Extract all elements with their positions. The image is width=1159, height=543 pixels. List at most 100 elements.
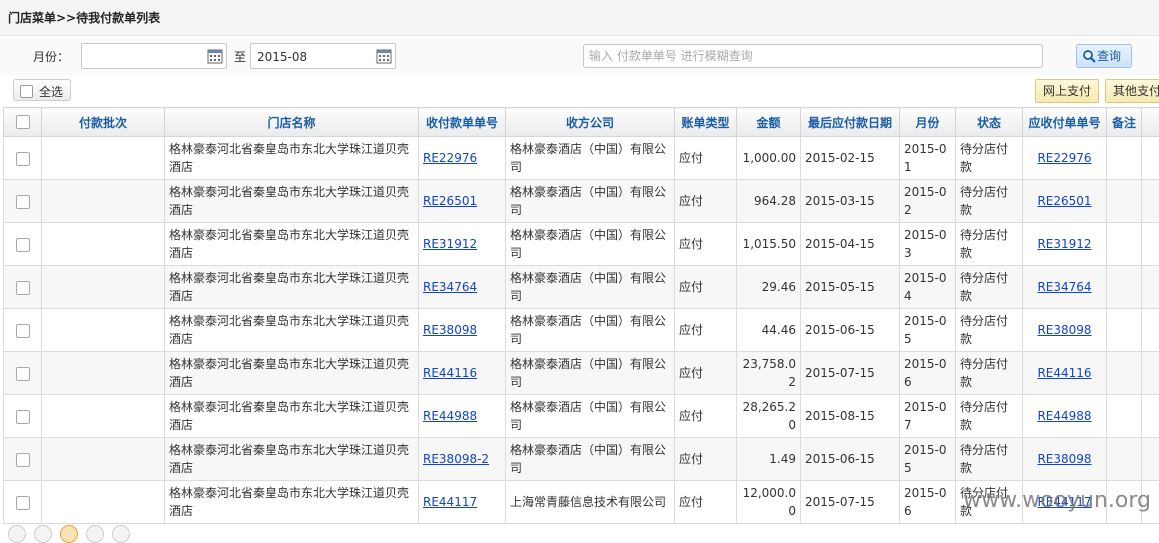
column-header: 门店名称 (165, 108, 419, 137)
receivable-no-cell[interactable]: RE31912 (1023, 223, 1107, 266)
search-icon (1082, 49, 1096, 63)
column-header: 付款批次 (42, 108, 165, 137)
row-checkbox[interactable] (16, 496, 30, 510)
store-name-cell: 格林豪泰河北省秦皇岛市东北大学珠江道贝壳酒店 (165, 438, 419, 481)
column-header: 收方公司 (506, 108, 675, 137)
row-checkbox-cell[interactable] (4, 352, 42, 395)
bill-no-link[interactable]: RE44988 (423, 409, 477, 423)
last-page-button[interactable] (112, 525, 130, 543)
calendar-icon[interactable] (206, 47, 224, 65)
column-header: 月份 (900, 108, 956, 137)
table-row[interactable]: 格林豪泰河北省秦皇岛市东北大学珠江道贝壳酒店RE22976格林豪泰酒店（中国）有… (4, 137, 1159, 180)
truncated-cell (1142, 180, 1159, 223)
table-row[interactable]: 格林豪泰河北省秦皇岛市东北大学珠江道贝壳酒店RE31912格林豪泰酒店（中国）有… (4, 223, 1159, 266)
bill-no-cell[interactable]: RE31912 (419, 223, 506, 266)
row-checkbox-cell[interactable] (4, 137, 42, 180)
bill-no-link[interactable]: RE31912 (423, 237, 477, 251)
bill-no-link[interactable]: RE34764 (423, 280, 477, 294)
month-cell: 2015-05 (900, 438, 956, 481)
receivable-no-link[interactable]: RE38098 (1037, 323, 1091, 337)
table-row[interactable]: 格林豪泰河北省秦皇岛市东北大学珠江道贝壳酒店RE38098格林豪泰酒店（中国）有… (4, 309, 1159, 352)
calendar-icon[interactable] (375, 47, 393, 65)
month-to-field[interactable] (250, 43, 396, 69)
query-button[interactable]: 查询 (1076, 44, 1132, 68)
row-checkbox-cell[interactable] (4, 223, 42, 266)
month-from-input[interactable] (86, 45, 208, 69)
bill-no-cell[interactable]: RE38098 (419, 309, 506, 352)
header-checkbox[interactable] (16, 115, 30, 129)
bill-no-link[interactable]: RE26501 (423, 194, 477, 208)
bill-no-link[interactable]: RE22976 (423, 151, 477, 165)
select-all-button[interactable]: 全选 (13, 79, 71, 101)
month-cell: 2015-05 (900, 309, 956, 352)
status-cell: 待分店付款 (956, 266, 1023, 309)
status-cell: 待分店付款 (956, 309, 1023, 352)
breadcrumb: 门店菜单>>待我付款单列表 (0, 0, 1159, 36)
company-cell: 上海常青藤信息技术有限公司 (506, 481, 675, 524)
online-pay-button[interactable]: 网上支付 (1035, 79, 1099, 103)
bill-no-cell[interactable]: RE38098-2 (419, 438, 506, 481)
receivable-no-link[interactable]: RE22976 (1037, 151, 1091, 165)
receivable-no-link[interactable]: RE44988 (1037, 409, 1091, 423)
row-checkbox[interactable] (16, 410, 30, 424)
truncated-cell (1142, 352, 1159, 395)
receivable-no-link[interactable]: RE44116 (1037, 366, 1091, 380)
row-checkbox[interactable] (16, 281, 30, 295)
row-checkbox[interactable] (16, 453, 30, 467)
company-cell: 格林豪泰酒店（中国）有限公司 (506, 309, 675, 352)
receivable-no-link[interactable]: RE34764 (1037, 280, 1091, 294)
receivable-no-link[interactable]: RE38098 (1037, 452, 1091, 466)
next-page-button[interactable] (86, 525, 104, 543)
row-checkbox[interactable] (16, 367, 30, 381)
bill-no-cell[interactable]: RE44116 (419, 352, 506, 395)
bill-type-cell: 应付 (675, 438, 737, 481)
row-checkbox[interactable] (16, 195, 30, 209)
receivable-no-cell[interactable]: RE38098 (1023, 438, 1107, 481)
bill-no-link[interactable]: RE38098-2 (423, 452, 489, 466)
receivable-no-cell[interactable]: RE22976 (1023, 137, 1107, 180)
row-checkbox-cell[interactable] (4, 481, 42, 524)
bill-no-cell[interactable]: RE44117 (419, 481, 506, 524)
keyword-search-input[interactable] (583, 44, 1043, 68)
row-checkbox[interactable] (16, 152, 30, 166)
bill-no-link[interactable]: RE44117 (423, 495, 477, 509)
month-to-input[interactable] (255, 45, 377, 69)
current-page-button[interactable] (60, 525, 78, 543)
month-from-field[interactable] (81, 43, 227, 69)
bill-no-cell[interactable]: RE34764 (419, 266, 506, 309)
bill-no-cell[interactable]: RE22976 (419, 137, 506, 180)
row-checkbox-cell[interactable] (4, 180, 42, 223)
receivable-no-cell[interactable]: RE44988 (1023, 395, 1107, 438)
other-pay-button[interactable]: 其他支付 (1105, 79, 1159, 103)
batch-cell (42, 352, 165, 395)
receivable-no-cell[interactable]: RE26501 (1023, 180, 1107, 223)
prev-page-button[interactable] (34, 525, 52, 543)
bill-no-link[interactable]: RE44116 (423, 366, 477, 380)
row-checkbox[interactable] (16, 238, 30, 252)
row-checkbox-cell[interactable] (4, 438, 42, 481)
batch-cell (42, 309, 165, 352)
bill-no-link[interactable]: RE38098 (423, 323, 477, 337)
receivable-no-link[interactable]: RE26501 (1037, 194, 1091, 208)
table-row[interactable]: 格林豪泰河北省秦皇岛市东北大学珠江道贝壳酒店RE44988格林豪泰酒店（中国）有… (4, 395, 1159, 438)
receivable-no-link[interactable]: RE31912 (1037, 237, 1091, 251)
store-name-cell: 格林豪泰河北省秦皇岛市东北大学珠江道贝壳酒店 (165, 266, 419, 309)
row-checkbox-cell[interactable] (4, 309, 42, 352)
row-checkbox-cell[interactable] (4, 266, 42, 309)
receivable-no-cell[interactable]: RE38098 (1023, 309, 1107, 352)
batch-cell (42, 223, 165, 266)
header-checkbox-cell[interactable] (4, 108, 42, 137)
table-row[interactable]: 格林豪泰河北省秦皇岛市东北大学珠江道贝壳酒店RE26501格林豪泰酒店（中国）有… (4, 180, 1159, 223)
table-row[interactable]: 格林豪泰河北省秦皇岛市东北大学珠江道贝壳酒店RE44116格林豪泰酒店（中国）有… (4, 352, 1159, 395)
table-row[interactable]: 格林豪泰河北省秦皇岛市东北大学珠江道贝壳酒店RE34764格林豪泰酒店（中国）有… (4, 266, 1159, 309)
row-checkbox[interactable] (16, 324, 30, 338)
table-row[interactable]: 格林豪泰河北省秦皇岛市东北大学珠江道贝壳酒店RE38098-2格林豪泰酒店（中国… (4, 438, 1159, 481)
bill-no-cell[interactable]: RE26501 (419, 180, 506, 223)
receivable-no-cell[interactable]: RE34764 (1023, 266, 1107, 309)
watermark: www.wooyun.org (963, 488, 1151, 513)
first-page-button[interactable] (8, 525, 26, 543)
row-checkbox-cell[interactable] (4, 395, 42, 438)
truncated-cell (1142, 137, 1159, 180)
bill-no-cell[interactable]: RE44988 (419, 395, 506, 438)
receivable-no-cell[interactable]: RE44116 (1023, 352, 1107, 395)
